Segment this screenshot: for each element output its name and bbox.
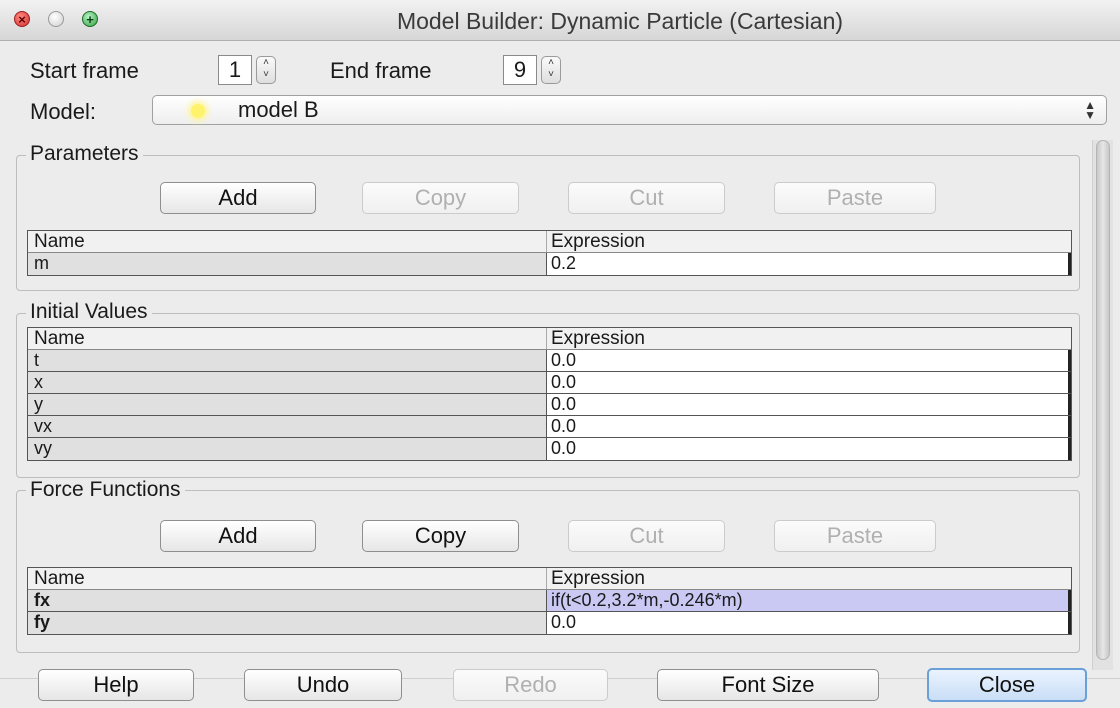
table-row[interactable]: x 0.0 (28, 372, 1071, 394)
parameters-add-button[interactable]: Add (160, 182, 316, 214)
force-add-button[interactable]: Add (160, 520, 316, 552)
title-bar: × + Model Builder: Dynamic Particle (Car… (0, 0, 1120, 41)
row-expression[interactable]: 0.0 (547, 372, 1071, 393)
undo-button[interactable]: Undo (244, 669, 402, 701)
end-frame-label: End frame (330, 58, 432, 83)
row-name[interactable]: t (28, 350, 547, 371)
column-header-expression[interactable]: Expression (547, 231, 1071, 252)
table-row[interactable]: y 0.0 (28, 394, 1071, 416)
model-color-icon (191, 104, 205, 118)
parameters-paste-button[interactable]: Paste (774, 182, 936, 214)
table-header: Name Expression (28, 328, 1071, 350)
start-frame-field[interactable]: 1 (218, 55, 252, 85)
initial-values-table: Name Expression t 0.0 x 0.0 y 0.0 vx 0.0… (27, 327, 1072, 461)
row-expression[interactable]: 0.0 (547, 350, 1071, 371)
model-label: Model: (30, 99, 97, 124)
row-name[interactable]: fy (28, 612, 547, 634)
scrollbar-thumb[interactable] (1096, 140, 1110, 660)
start-frame-label: Start frame (30, 58, 139, 83)
chevron-down-icon: ˅ (263, 69, 269, 80)
force-copy-button[interactable]: Copy (362, 520, 519, 552)
row-name[interactable]: vx (28, 416, 547, 437)
column-header-expression[interactable]: Expression (547, 568, 1071, 589)
model-select-value: model B (238, 97, 319, 122)
font-size-button[interactable]: Font Size (657, 669, 879, 701)
row-name[interactable]: x (28, 372, 547, 393)
force-paste-button[interactable]: Paste (774, 520, 936, 552)
force-functions-title: Force Functions (26, 478, 185, 502)
parameters-copy-button[interactable]: Copy (362, 182, 519, 214)
table-row[interactable]: vy 0.0 (28, 438, 1071, 460)
row-expression[interactable]: 0.0 (547, 612, 1071, 634)
row-expression[interactable]: if(t<0.2,3.2*m,-0.246*m) (547, 590, 1071, 611)
column-header-name[interactable]: Name (28, 328, 547, 349)
table-row[interactable]: vx 0.0 (28, 416, 1071, 438)
model-select[interactable]: model B ▲ ▼ (152, 95, 1107, 125)
parameters-table: Name Expression m 0.2 (27, 230, 1072, 276)
table-header: Name Expression (28, 231, 1071, 253)
row-name[interactable]: fx (28, 590, 547, 611)
chevron-up-icon: ˄ (263, 57, 269, 68)
row-expression[interactable]: 0.0 (547, 394, 1071, 415)
table-row[interactable]: t 0.0 (28, 350, 1071, 372)
column-header-name[interactable]: Name (28, 568, 547, 589)
table-row[interactable]: fy 0.0 (28, 612, 1071, 634)
table-row-selected[interactable]: fx if(t<0.2,3.2*m,-0.246*m) (28, 590, 1071, 612)
table-row[interactable]: m 0.2 (28, 253, 1071, 275)
row-name[interactable]: vy (28, 438, 547, 460)
vertical-scrollbar[interactable] (1092, 140, 1113, 670)
close-button[interactable]: Close (927, 668, 1087, 702)
row-expression[interactable]: 0.2 (547, 253, 1071, 275)
table-header: Name Expression (28, 568, 1071, 590)
column-header-name[interactable]: Name (28, 231, 547, 252)
parameters-cut-button[interactable]: Cut (568, 182, 725, 214)
redo-button[interactable]: Redo (453, 669, 608, 701)
select-arrows-icon: ▲ ▼ (1084, 98, 1096, 122)
initial-values-title: Initial Values (26, 300, 152, 324)
row-name[interactable]: m (28, 253, 547, 275)
row-expression[interactable]: 0.0 (547, 416, 1071, 437)
chevron-up-icon: ˄ (548, 57, 554, 68)
row-name[interactable]: y (28, 394, 547, 415)
start-frame-stepper[interactable]: ˄ ˅ (256, 56, 276, 84)
column-header-expression[interactable]: Expression (547, 328, 1071, 349)
chevron-down-icon: ˅ (548, 69, 554, 80)
help-button[interactable]: Help (38, 669, 194, 701)
force-functions-table: Name Expression fx if(t<0.2,3.2*m,-0.246… (27, 567, 1072, 635)
force-cut-button[interactable]: Cut (568, 520, 725, 552)
end-frame-field[interactable]: 9 (503, 55, 537, 85)
row-expression[interactable]: 0.0 (547, 438, 1071, 460)
end-frame-stepper[interactable]: ˄ ˅ (541, 56, 561, 84)
window-title: Model Builder: Dynamic Particle (Cartesi… (396, 8, 844, 34)
parameters-title: Parameters (26, 142, 143, 166)
